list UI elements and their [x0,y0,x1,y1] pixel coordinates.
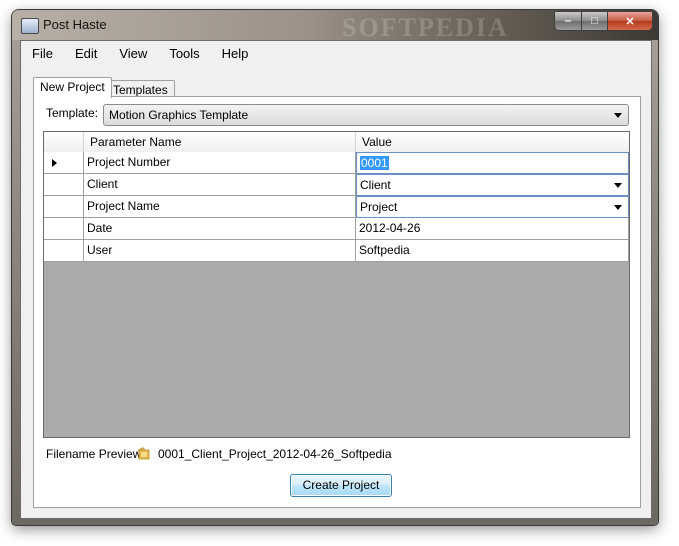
client-area: File Edit View Tools Help New Project Te… [20,40,652,519]
folder-icon [138,447,150,460]
menu-help[interactable]: Help [211,41,260,67]
template-dropdown[interactable]: Motion Graphics Template [103,104,629,126]
row-header[interactable] [44,218,84,240]
watermark: SOFTPEDIA [342,13,509,42]
menu-edit[interactable]: Edit [64,41,108,67]
column-header-value[interactable]: Value [356,132,629,152]
new-project-panel: Template: Motion Graphics Template Param… [33,96,641,508]
row-header[interactable] [44,240,84,262]
value-combo-client[interactable]: Client [356,174,629,196]
caption-buttons: ‒ □ ✕ [554,11,653,31]
parameter-name-cell[interactable]: Client [84,174,356,196]
current-row-arrow-icon [52,159,57,167]
template-dropdown-value: Motion Graphics Template [109,108,249,122]
grid-corner-header [44,132,84,152]
maximize-button[interactable]: □ [582,11,608,31]
combo-value: Project [360,200,398,214]
value-cell-user[interactable]: Softpedia [356,240,629,262]
chevron-down-icon [614,183,622,188]
filename-preview-value: 0001_Client_Project_2012-04-26_Softpedia [158,447,392,461]
app-window: SOFTPEDIA Post Haste ‒ □ ✕ File Edit Vie… [12,10,658,525]
app-icon[interactable] [21,18,39,34]
table-row[interactable]: Client Client [44,174,629,196]
title-bar[interactable]: SOFTPEDIA Post Haste ‒ □ ✕ [12,10,658,42]
maximize-icon: □ [591,15,598,27]
menu-bar: File Edit View Tools Help [21,41,651,67]
grid-header: Parameter Name Value [44,132,629,153]
row-header[interactable] [44,196,84,218]
parameters-grid[interactable]: Parameter Name Value Project Number 0001… [43,131,630,438]
close-icon: ✕ [625,15,635,28]
column-header-parameter-name[interactable]: Parameter Name [84,132,356,152]
menu-file[interactable]: File [21,41,64,67]
minimize-button[interactable]: ‒ [554,11,582,31]
window-title: Post Haste [43,17,107,32]
table-row[interactable]: Project Name Project [44,196,629,218]
value-combo-project-name[interactable]: Project [356,196,629,218]
table-row[interactable]: User Softpedia [44,240,629,262]
close-button[interactable]: ✕ [608,11,653,31]
table-row[interactable]: Date 2012-04-26 [44,218,629,240]
menu-view[interactable]: View [108,41,158,67]
chevron-down-icon [614,205,622,210]
row-header[interactable] [44,152,84,174]
create-project-button[interactable]: Create Project [290,474,392,497]
menu-tools[interactable]: Tools [158,41,210,67]
tab-new-project[interactable]: New Project [33,77,112,98]
parameter-name-cell[interactable]: Project Number [84,152,356,174]
chevron-down-icon [614,113,622,118]
table-row[interactable]: Project Number 0001 [44,152,629,174]
parameter-name-cell[interactable]: Project Name [84,196,356,218]
minimize-icon: ‒ [564,15,572,27]
selected-value-text: 0001 [360,156,389,170]
filename-preview-label: Filename Preview: [46,447,145,461]
combo-value: Client [360,178,391,192]
value-cell-date[interactable]: 2012-04-26 [356,218,629,240]
parameter-name-cell[interactable]: User [84,240,356,262]
parameter-name-cell[interactable]: Date [84,218,356,240]
value-editor-project-number[interactable]: 0001 [356,152,629,174]
template-label: Template: [46,106,99,120]
row-header[interactable] [44,174,84,196]
